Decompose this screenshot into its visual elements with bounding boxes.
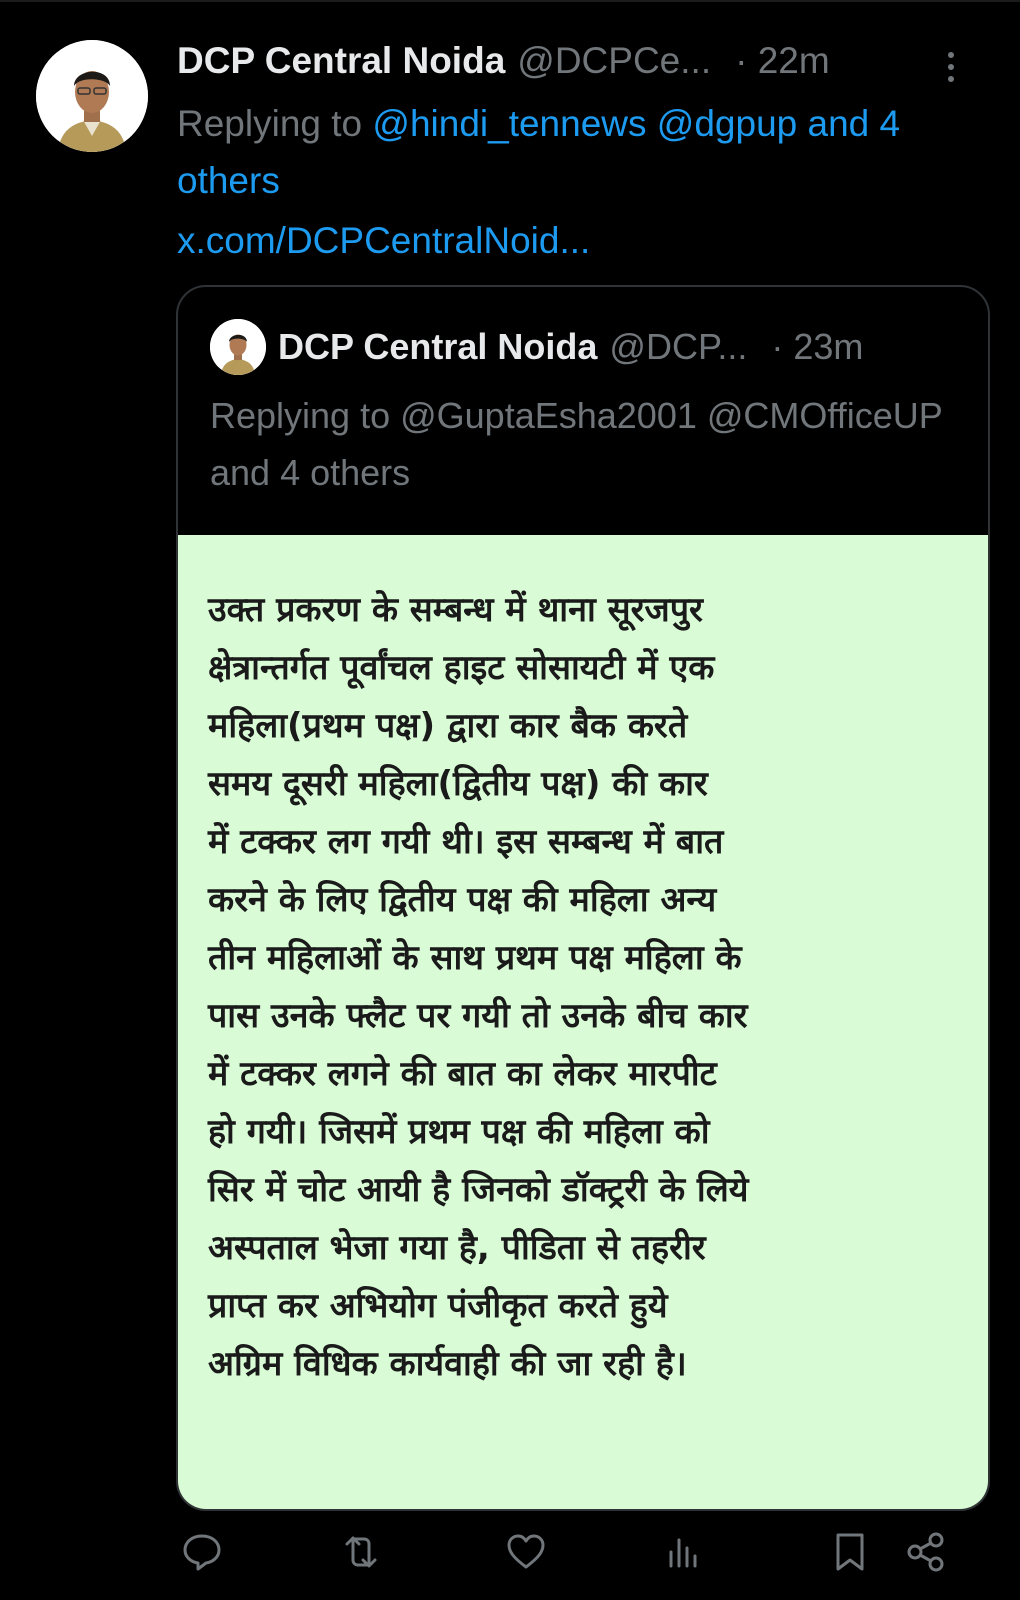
share-button[interactable] <box>904 1530 948 1574</box>
image-text-line: में टक्कर लगने की बात का लेकर मारपीट <box>208 1054 717 1094</box>
share-icon <box>907 1532 944 1572</box>
image-text-line: सिर में चोट आयी है जिनको डॉक्ट्ररी के लि… <box>208 1170 749 1210</box>
image-text-line: अग्रिम विधिक कार्यवाही की जा रही है। <box>208 1344 687 1384</box>
replying-to-label: Replying to <box>177 103 373 144</box>
reply-button[interactable] <box>180 1530 224 1574</box>
author-display-name[interactable]: DCP Central Noida <box>177 40 505 82</box>
image-text-line: अस्पताल भेजा गया है, पीडिता से तहरीर <box>208 1228 706 1268</box>
tweet-link[interactable]: x.com/DCPCentralNoid... <box>177 212 590 269</box>
image-text-line: में टक्कर लग गयी थी। इस सम्बन्ध में बात <box>208 822 724 862</box>
quoted-replying-to-line: Replying to @GuptaEsha2001 @CMOfficeUP a… <box>210 395 943 493</box>
image-text-line: पास उनके फ्लैट पर गयी तो उनके बीच कार <box>208 996 748 1036</box>
views-icon <box>669 1538 697 1568</box>
like-button[interactable] <box>504 1530 548 1574</box>
image-text-line: समय दूसरी महिला(द्वितीय पक्ष) की कार <box>208 764 708 804</box>
like-icon <box>507 1534 545 1569</box>
image-text-line: उक्त प्रकरण के सम्बन्ध में थाना सूरजपुर <box>208 590 703 630</box>
image-text-line: करने के लिए द्वितीय पक्ष की महिला अन्य <box>208 880 717 920</box>
tweet-header: DCP Central Noida @DCPCe... · 22m <box>177 36 977 86</box>
image-text-line: प्राप्त कर अभियोग पंजीकृत करते हुये <box>208 1286 668 1326</box>
author-handle[interactable]: @DCPCe... <box>517 40 711 82</box>
quoted-author-handle: @DCP... <box>609 326 748 367</box>
replying-to-line: Replying to @hindi_tennews @dgpup and 4 … <box>177 95 977 209</box>
image-text-line: हो गयी। जिसमें प्रथम पक्ष की महिला को <box>208 1112 710 1152</box>
quoted-tweet-image[interactable]: उक्त प्रकरण के सम्बन्ध में थाना सूरजपुर … <box>178 535 988 1509</box>
quoted-tweet-header: DCP Central Noida @DCP... · 23m <box>278 319 958 375</box>
retweet-icon <box>345 1536 377 1568</box>
quoted-tweet-card[interactable]: DCP Central Noida @DCP... · 23m Replying… <box>176 285 990 1511</box>
retweet-button[interactable] <box>339 1530 383 1574</box>
tweet-timestamp[interactable]: · 22m <box>735 40 830 82</box>
bookmark-button[interactable] <box>828 1530 872 1574</box>
quoted-author-display-name: DCP Central Noida <box>278 326 598 367</box>
more-options-icon[interactable] <box>944 50 958 84</box>
bookmark-icon <box>836 1533 864 1571</box>
top-divider <box>0 0 1020 2</box>
quoted-tweet-timestamp: · 23m <box>771 326 864 367</box>
views-button[interactable] <box>661 1530 705 1574</box>
tweet-action-bar <box>176 1530 986 1574</box>
image-text-line: तीन महिलाओं के साथ प्रथम पक्ष महिला के <box>208 938 742 978</box>
quoted-author-avatar <box>210 319 266 375</box>
reply-icon <box>183 1534 221 1571</box>
image-text-line: क्षेत्रान्तर्गत पूर्वांचल हाइट सोसायटी म… <box>208 648 715 688</box>
image-text-line: महिला(प्रथम पक्ष) द्वारा कार बैक करते <box>208 706 688 746</box>
author-avatar[interactable] <box>36 40 148 152</box>
